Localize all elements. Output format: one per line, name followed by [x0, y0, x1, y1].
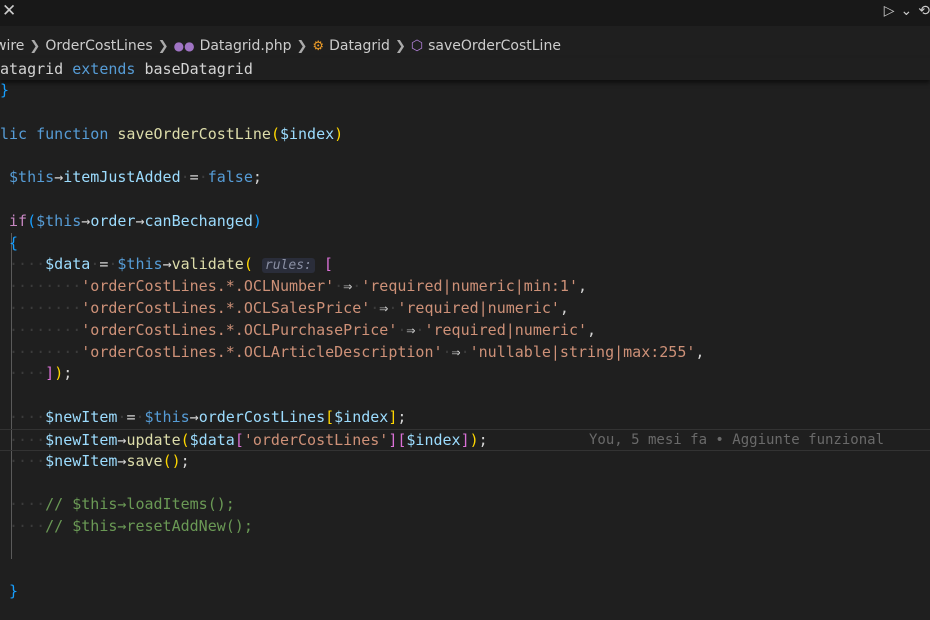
- string-literal: 'nullable|string|max:255': [469, 342, 696, 361]
- code-editor[interactable]: } lic function saveOrderCostLine($index)…: [0, 80, 930, 603]
- string-literal: 'orderCostLines.*.OCLArticleDescription': [81, 342, 443, 361]
- closing-brace: }: [9, 582, 19, 601]
- git-blame-annotation[interactable]: You, 5 mesi fa • Aggiunte funzional: [589, 430, 884, 452]
- property: itemJustAdded: [63, 168, 181, 187]
- boolean-literal: false: [207, 168, 253, 187]
- run-icon[interactable]: ▷: [884, 3, 895, 19]
- code-line[interactable]: ········'orderCostLines.*.OCLPurchasePri…: [0, 320, 930, 342]
- string-literal: 'required|numeric|min:1': [361, 277, 578, 296]
- inlay-hint: rules:: [261, 258, 315, 274]
- keyword: function: [36, 124, 109, 143]
- code-line[interactable]: [0, 472, 930, 494]
- code-line[interactable]: $this→itemJustAdded·=·false;: [0, 167, 930, 189]
- string-literal: 'orderCostLines.*.OCLNumber': [81, 277, 335, 296]
- code-line[interactable]: [0, 189, 930, 211]
- chevron-right-icon: ❯: [29, 38, 41, 54]
- code-line[interactable]: if($this→order→canBechanged): [0, 211, 930, 233]
- chevron-right-icon: ❯: [394, 38, 406, 54]
- string-literal: 'required|numeric': [397, 298, 560, 317]
- editor-title-bar: ✕ ▷ ⌄ ⟲: [0, 0, 930, 26]
- method-call: validate: [171, 255, 244, 274]
- code-line[interactable]: ········'orderCostLines.*.OCLArticleDesc…: [0, 342, 930, 364]
- variable: $data: [189, 430, 235, 449]
- php-file-icon: ●●: [173, 39, 195, 53]
- parameter: $index: [279, 124, 335, 143]
- code-line[interactable]: ····$newItem·=·$this→orderCostLines[$ind…: [0, 407, 930, 429]
- code-line[interactable]: ····$data·=·$this→validate( rules: [: [0, 254, 930, 276]
- variable: $newItem: [45, 407, 118, 426]
- property: order: [90, 211, 136, 230]
- method-cube-icon: ⬡: [410, 38, 424, 54]
- class-icon: ⚙: [312, 38, 325, 54]
- this-variable: $this: [144, 407, 190, 426]
- comment: // $this→loadItems();: [45, 495, 235, 514]
- code-line[interactable]: ····]);: [0, 363, 930, 385]
- code-line[interactable]: [0, 102, 930, 124]
- breadcrumb-folder-wire[interactable]: wire: [0, 38, 24, 54]
- code-line[interactable]: [0, 538, 930, 560]
- editor-actions: ▷ ⌄ ⟲: [884, 3, 930, 19]
- string-literal: 'orderCostLines.*.OCLSalesPrice': [81, 298, 371, 317]
- variable: $newItem: [45, 451, 118, 470]
- this-variable: $this: [9, 168, 55, 187]
- variable: $index: [406, 430, 461, 449]
- property: orderCostLines: [198, 407, 326, 426]
- code-line[interactable]: ········'orderCostLines.*.OCLSalesPrice'…: [0, 298, 930, 320]
- if-keyword: if: [9, 211, 28, 230]
- sticky-scroll-header[interactable]: atagrid extends baseDatagrid: [0, 58, 930, 80]
- string-literal: 'orderCostLines': [243, 430, 389, 449]
- chevron-right-icon: ❯: [296, 38, 308, 54]
- breadcrumb: wire ❯ OrderCostLines ❯ ●● Datagrid.php …: [0, 36, 561, 56]
- this-variable: $this: [117, 255, 163, 274]
- code-line[interactable]: lic function saveOrderCostLine($index): [0, 124, 930, 146]
- close-tab-icon[interactable]: ✕: [2, 1, 16, 21]
- method-call: save: [126, 451, 163, 470]
- variable: $index: [334, 407, 389, 426]
- method-call: canBechanged: [144, 211, 253, 230]
- code-line[interactable]: [0, 145, 930, 167]
- variable: $data: [45, 255, 91, 274]
- closing-brace: }: [0, 81, 10, 99]
- timeline-icon[interactable]: ⟲: [918, 3, 930, 19]
- string-literal: 'orderCostLines.*.OCLPurchasePrice': [81, 320, 398, 339]
- extends-keyword: extends: [72, 60, 136, 78]
- code-line[interactable]: ····// $this→resetAddNew();: [0, 516, 930, 538]
- comment: // $this→resetAddNew();: [45, 516, 253, 535]
- code-line[interactable]: }: [0, 581, 930, 603]
- code-line[interactable]: }: [0, 80, 930, 102]
- code-line[interactable]: ····$newItem→save();: [0, 451, 930, 473]
- breadcrumb-method[interactable]: saveOrderCostLine: [428, 38, 561, 54]
- function-name: saveOrderCostLine: [117, 124, 271, 143]
- parent-class: baseDatagrid: [144, 60, 253, 78]
- code-line[interactable]: ····// $this→loadItems();: [0, 494, 930, 516]
- code-line[interactable]: {: [0, 233, 930, 255]
- code-line[interactable]: [0, 560, 930, 582]
- chevron-down-icon[interactable]: ⌄: [901, 3, 913, 19]
- variable: $newItem: [45, 430, 118, 449]
- code-line[interactable]: ········'orderCostLines.*.OCLNumber'·⇒·'…: [0, 276, 930, 298]
- this-variable: $this: [36, 211, 82, 230]
- string-literal: 'required|numeric': [424, 320, 588, 339]
- chevron-right-icon: ❯: [157, 38, 169, 54]
- method-call: update: [126, 430, 181, 449]
- breadcrumb-folder-ordercostlines[interactable]: OrderCostLines: [45, 38, 152, 54]
- breadcrumb-class[interactable]: Datagrid: [329, 38, 390, 54]
- code-line-current[interactable]: ····$newItem→update($data['orderCostLine…: [0, 428, 930, 452]
- keyword: lic: [0, 124, 28, 143]
- code-line[interactable]: [0, 385, 930, 407]
- breadcrumb-file[interactable]: Datagrid.php: [200, 38, 292, 54]
- class-name: atagrid: [0, 60, 64, 78]
